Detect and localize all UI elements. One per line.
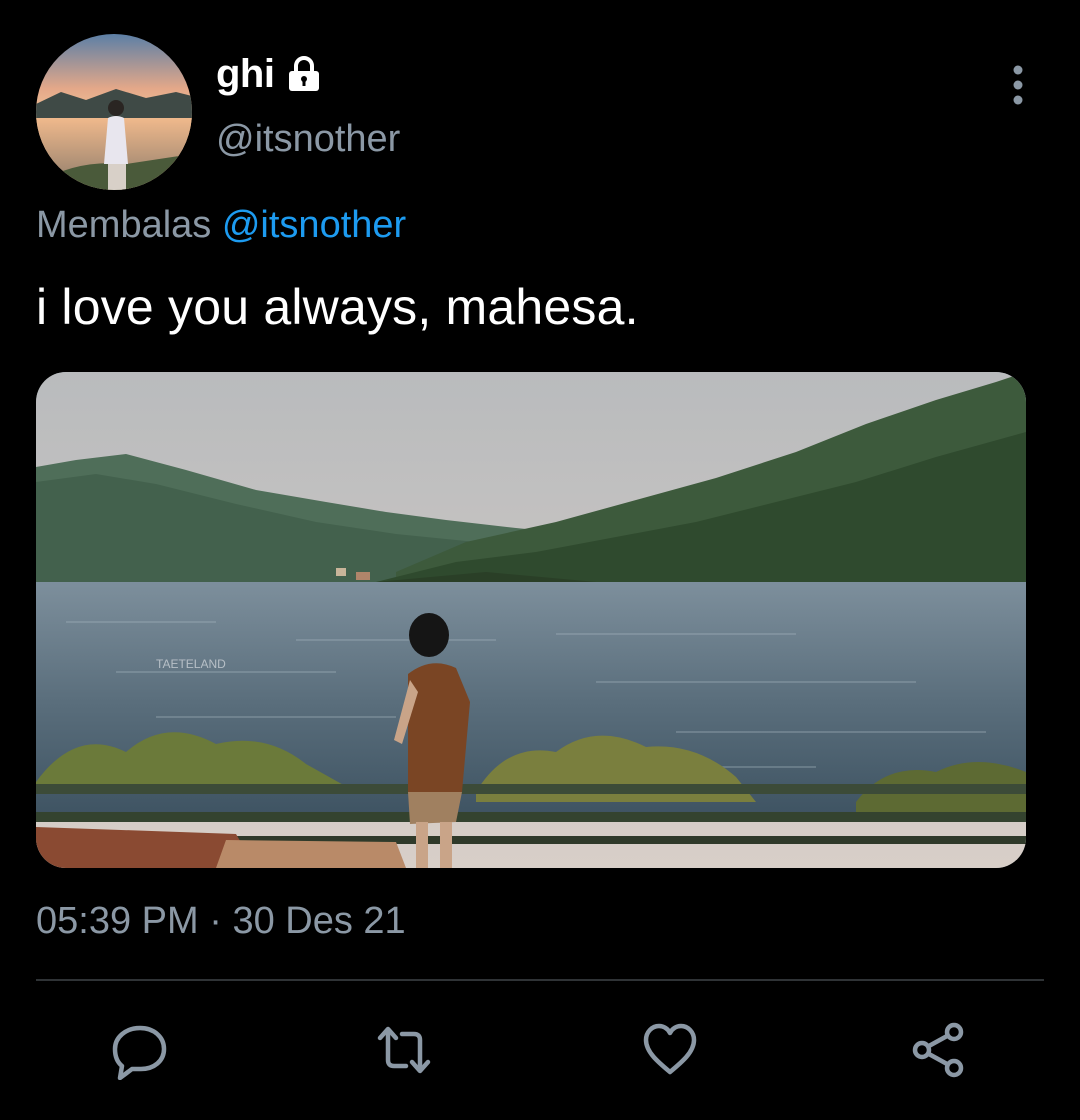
reply-button[interactable] bbox=[108, 1018, 172, 1082]
share-icon bbox=[912, 1022, 964, 1078]
retweet-icon bbox=[377, 1026, 431, 1074]
share-button[interactable] bbox=[906, 1018, 970, 1082]
tweet-date: 30 Des 21 bbox=[232, 900, 406, 942]
like-button[interactable] bbox=[638, 1018, 702, 1082]
tweet-text: i love you always, mahesa. bbox=[36, 279, 639, 335]
display-name[interactable]: ghi bbox=[216, 52, 275, 97]
reply-prefix: Membalas bbox=[36, 204, 212, 246]
author-handle[interactable]: @itsnother bbox=[216, 118, 400, 161]
lock-icon bbox=[284, 55, 324, 95]
tweet-media-image[interactable]: TAETELAND bbox=[36, 372, 1026, 868]
retweet-button[interactable] bbox=[372, 1018, 436, 1082]
reply-context: Membalas @itsnother bbox=[36, 204, 406, 247]
like-icon bbox=[643, 1023, 697, 1075]
more-options-icon[interactable] bbox=[1004, 64, 1032, 106]
tweet-timestamp[interactable]: 05:39 PM · 30 Des 21 bbox=[36, 900, 406, 943]
avatar[interactable] bbox=[36, 34, 192, 190]
media-watermark: TAETELAND bbox=[156, 657, 226, 671]
reply-to-link[interactable]: @itsnother bbox=[222, 204, 406, 246]
author-name-row: ghi bbox=[216, 52, 324, 97]
divider bbox=[36, 979, 1044, 981]
timestamp-separator: · bbox=[198, 900, 233, 942]
tweet-time: 05:39 PM bbox=[36, 900, 199, 942]
reply-icon bbox=[112, 1025, 167, 1080]
